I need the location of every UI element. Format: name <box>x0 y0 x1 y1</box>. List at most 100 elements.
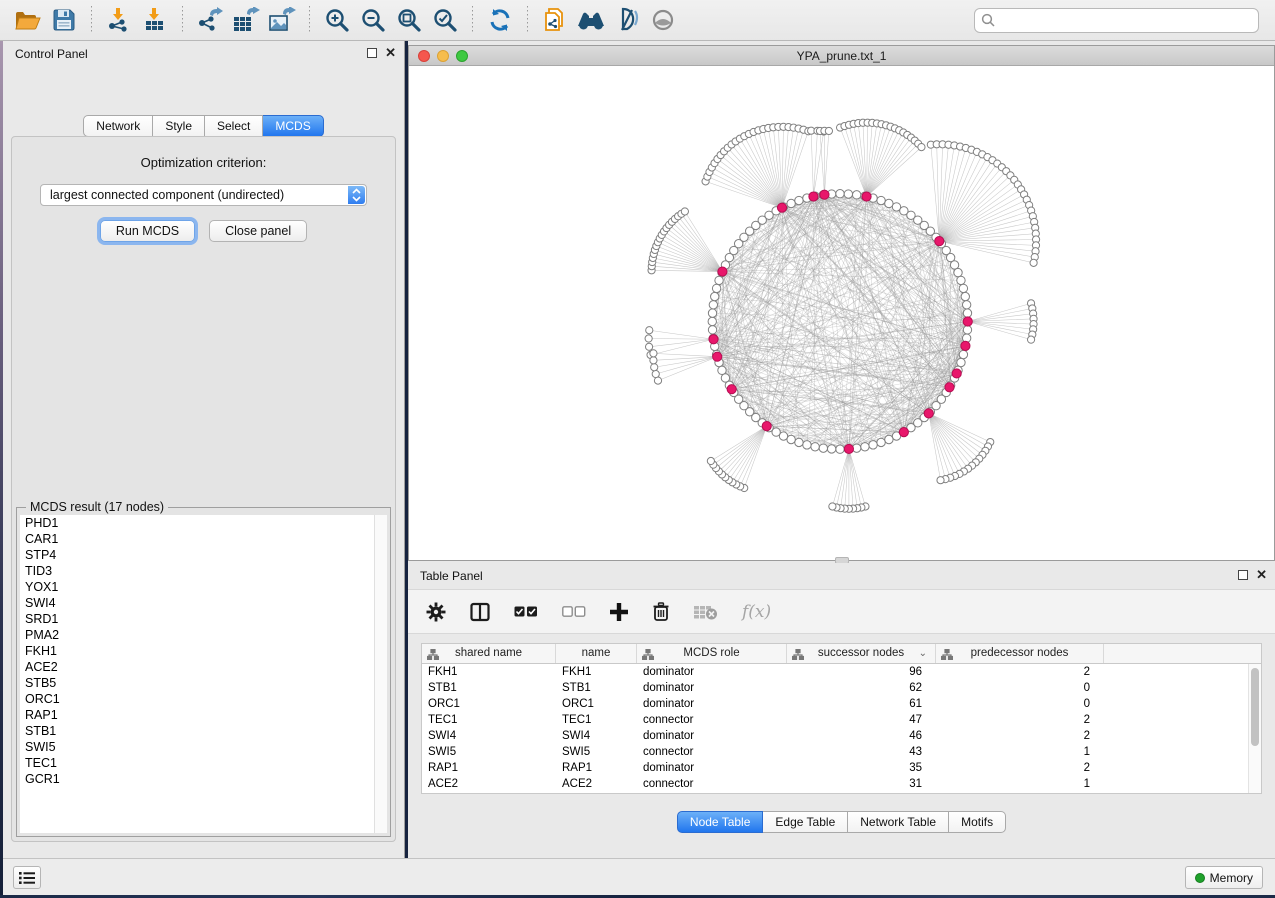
graph-node[interactable] <box>959 350 967 358</box>
graph-node[interactable] <box>877 438 885 446</box>
scrollbar-thumb[interactable] <box>1251 668 1259 746</box>
mcds-result-item[interactable]: ORC1 <box>20 691 374 707</box>
graph-leaf-node[interactable] <box>829 503 836 510</box>
zoom-in-icon[interactable] <box>319 4 355 36</box>
close-panel-icon[interactable]: ✕ <box>385 48 396 58</box>
column-header-MCDS-role[interactable]: MCDS role <box>637 644 787 663</box>
mcds-result-scrollbar[interactable] <box>374 515 387 833</box>
show-eye-icon[interactable] <box>645 4 681 36</box>
graph-leaf-node[interactable] <box>681 208 688 215</box>
graph-node[interactable] <box>885 435 893 443</box>
graph-node[interactable] <box>795 196 803 204</box>
graph-node[interactable] <box>708 326 716 334</box>
mcds-result-item[interactable]: SWI4 <box>20 595 374 611</box>
deselect-checkboxes-icon[interactable] <box>562 606 586 618</box>
graph-node[interactable] <box>861 443 869 451</box>
graph-mcds-hub-node[interactable] <box>718 267 727 276</box>
table-vertical-scrollbar[interactable] <box>1248 664 1261 793</box>
mcds-result-item[interactable]: RAP1 <box>20 707 374 723</box>
mcds-result-item[interactable]: TID3 <box>20 563 374 579</box>
mcds-result-item[interactable]: STB1 <box>20 723 374 739</box>
graph-node[interactable] <box>718 366 726 374</box>
mcds-result-item[interactable]: STB5 <box>20 675 374 691</box>
graph-node[interactable] <box>954 268 962 276</box>
network-graph[interactable] <box>409 66 1274 560</box>
graph-mcds-hub-node[interactable] <box>709 335 718 344</box>
graph-mcds-hub-node[interactable] <box>963 317 972 326</box>
graph-mcds-hub-node[interactable] <box>862 192 871 201</box>
table-row[interactable]: SWI4SWI4dominator462 <box>422 728 1248 744</box>
tab-select[interactable]: Select <box>205 115 263 137</box>
column-header-predecessor-nodes[interactable]: predecessor nodes <box>936 644 1104 663</box>
import-network-icon[interactable] <box>101 4 137 36</box>
graph-node[interactable] <box>836 445 844 453</box>
graph-mcds-hub-node[interactable] <box>762 422 771 431</box>
graph-node[interactable] <box>787 435 795 443</box>
graph-node[interactable] <box>844 190 852 198</box>
graph-node[interactable] <box>957 276 965 284</box>
graph-node[interactable] <box>852 191 860 199</box>
zoom-out-icon[interactable] <box>355 4 391 36</box>
table-tab-network-table[interactable]: Network Table <box>848 811 949 833</box>
float-panel-icon[interactable] <box>367 48 377 58</box>
graph-mcds-hub-node[interactable] <box>844 444 853 453</box>
graph-node[interactable] <box>877 196 885 204</box>
close-table-panel-icon[interactable]: ✕ <box>1256 570 1267 580</box>
delete-icon[interactable] <box>652 602 670 622</box>
graph-mcds-hub-node[interactable] <box>961 341 970 350</box>
table-tab-node-table[interactable]: Node Table <box>677 811 764 833</box>
graph-node[interactable] <box>836 190 844 198</box>
export-table-icon[interactable] <box>228 4 264 36</box>
mcds-result-item[interactable]: SRD1 <box>20 611 374 627</box>
export-network-icon[interactable] <box>192 4 228 36</box>
graph-mcds-hub-node[interactable] <box>727 385 736 394</box>
hide-panel-icon[interactable] <box>609 4 645 36</box>
import-table-icon[interactable] <box>137 4 173 36</box>
mcds-result-item[interactable]: PMA2 <box>20 627 374 643</box>
column-header-name[interactable]: name <box>556 644 637 663</box>
graph-leaf-node[interactable] <box>650 350 657 357</box>
graph-mcds-hub-node[interactable] <box>935 237 944 246</box>
graph-leaf-node[interactable] <box>645 343 652 350</box>
graph-node[interactable] <box>961 292 969 300</box>
graph-leaf-node[interactable] <box>651 364 658 371</box>
task-history-button[interactable] <box>13 866 41 889</box>
graph-node[interactable] <box>709 301 717 309</box>
mcds-result-item[interactable]: STP4 <box>20 547 374 563</box>
graph-leaf-node[interactable] <box>937 477 944 484</box>
graph-node[interactable] <box>715 276 723 284</box>
save-session-icon[interactable] <box>46 4 82 36</box>
mcds-result-item[interactable]: YOX1 <box>20 579 374 595</box>
graph-leaf-node[interactable] <box>1030 259 1037 266</box>
graph-leaf-node[interactable] <box>650 357 657 364</box>
select-all-checkboxes-icon[interactable] <box>514 606 538 618</box>
graph-leaf-node[interactable] <box>646 327 653 334</box>
gear-icon[interactable] <box>426 602 446 622</box>
add-column-icon[interactable] <box>610 603 628 621</box>
optimization-criterion-select[interactable]: largest connected component (undirected) <box>40 184 367 206</box>
graph-node[interactable] <box>869 441 877 449</box>
export-image-icon[interactable] <box>264 4 300 36</box>
graph-mcds-hub-node[interactable] <box>777 203 786 212</box>
close-panel-button[interactable]: Close panel <box>209 220 307 242</box>
search-network-icon[interactable] <box>573 4 609 36</box>
mcds-result-item[interactable]: TEC1 <box>20 755 374 771</box>
graph-node[interactable] <box>819 444 827 452</box>
graph-node[interactable] <box>963 326 971 334</box>
table-row[interactable]: FKH1FKH1dominator962 <box>422 664 1248 680</box>
graph-node[interactable] <box>787 199 795 207</box>
table-tab-edge-table[interactable]: Edge Table <box>763 811 848 833</box>
graph-leaf-node[interactable] <box>652 370 659 377</box>
table-row[interactable]: YOX1YOX1connector291 <box>422 792 1248 793</box>
tab-style[interactable]: Style <box>153 115 205 137</box>
graph-node[interactable] <box>721 374 729 382</box>
split-view-icon[interactable] <box>470 602 490 622</box>
graph-mcds-hub-node[interactable] <box>820 190 829 199</box>
graph-node[interactable] <box>712 284 720 292</box>
graph-node[interactable] <box>711 292 719 300</box>
mcds-result-item[interactable]: ACE2 <box>20 659 374 675</box>
memory-button[interactable]: Memory <box>1185 866 1263 889</box>
float-table-panel-icon[interactable] <box>1238 570 1248 580</box>
graph-leaf-node[interactable] <box>825 127 832 134</box>
mcds-result-item[interactable]: CAR1 <box>20 531 374 547</box>
